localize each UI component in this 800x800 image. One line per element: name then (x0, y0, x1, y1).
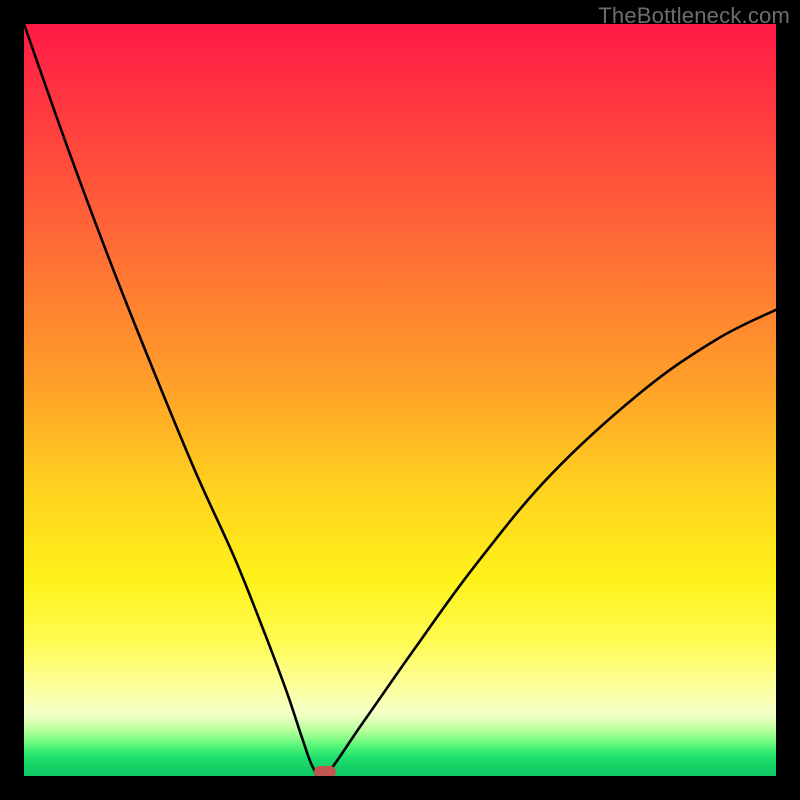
chart-frame: TheBottleneck.com (0, 0, 800, 800)
optimal-point-marker (314, 766, 336, 776)
bottleneck-curve (24, 24, 776, 776)
plot-area (24, 24, 776, 776)
